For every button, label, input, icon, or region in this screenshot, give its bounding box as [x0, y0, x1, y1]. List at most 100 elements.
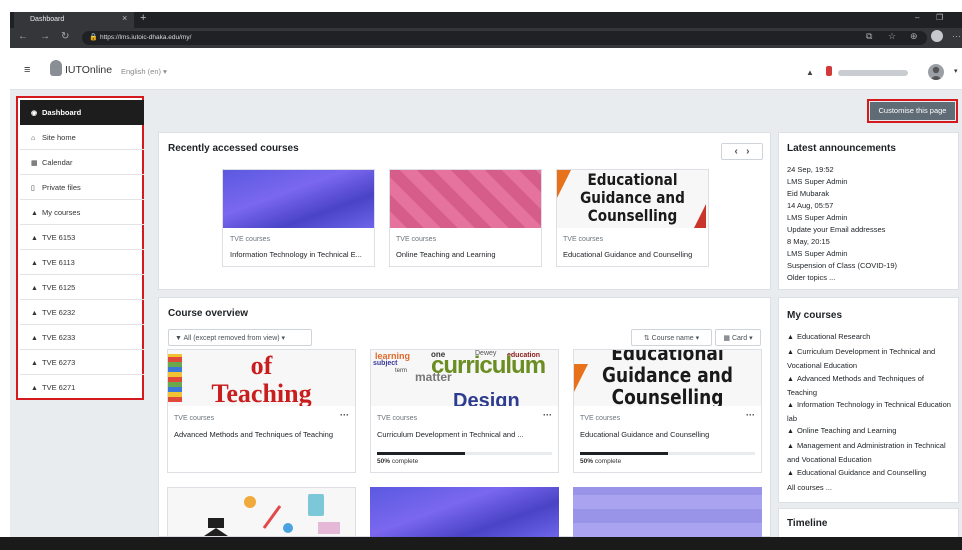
sidebar-item-calendar[interactable]: ▦ Calendar [20, 150, 144, 175]
collections-icon[interactable]: ⊕ [910, 31, 918, 42]
sidebar-item-site-home[interactable]: ⌂ Site home [20, 125, 144, 150]
extension-icon[interactable]: ⧉ [866, 31, 872, 42]
sidebar-item-tve-6271[interactable]: ▲ TVE 6271 [20, 375, 144, 400]
forward-icon[interactable]: → [40, 31, 50, 42]
sort-icon: ⇅ [643, 335, 652, 342]
my-course-link[interactable]: ▲ Educational Guidance and Counselling [787, 467, 953, 481]
all-courses-link[interactable]: All courses ... [787, 482, 953, 495]
my-course-link[interactable]: ▲ Curriculum Development in Technical and… [787, 346, 953, 372]
site-logo[interactable] [50, 60, 62, 76]
sidebar-item-tve-6113[interactable]: ▲ TVE 6113 [20, 250, 144, 275]
language-selector[interactable]: English (en) ▾ [121, 67, 167, 76]
course-category: TVE courses [563, 236, 604, 243]
announcements-title: Latest announcements [787, 143, 896, 154]
course-filter-dropdown[interactable]: ▼ All (except removed from view) ▾ [168, 329, 312, 346]
view-dropdown[interactable]: ▦ Card ▾ [715, 329, 761, 346]
screen-margin-top [0, 0, 962, 12]
graduation-cap-icon: ▲ [31, 235, 38, 242]
course-name-link[interactable]: Educational Guidance and Counselling [563, 249, 705, 260]
window-minimize-icon[interactable]: – [915, 13, 919, 22]
chevron-left-icon[interactable]: ‹ [734, 146, 737, 157]
course-name-link[interactable]: Curriculum Development in Technical and … [377, 429, 549, 440]
browser-profile-icon[interactable] [931, 30, 943, 42]
reload-icon[interactable]: ↻ [61, 31, 69, 42]
nav-drawer: ◉ Dashboard ⌂ Site home ▦ Calendar ▯ Private… [16, 96, 144, 400]
course-category: TVE courses [396, 236, 437, 243]
my-course-link[interactable]: ▲ Management and Administration in Techni… [787, 440, 953, 466]
course-name-link[interactable]: Educational Guidance and Counselling [580, 429, 752, 440]
course-overview-title: Course overview [168, 308, 249, 319]
favorites-icon[interactable]: ☆ [888, 31, 896, 42]
grid-icon: ▦ [723, 335, 732, 342]
course-menu-icon[interactable]: ··· [340, 410, 349, 420]
chevron-right-icon[interactable]: › [746, 146, 749, 157]
course-image[interactable] [370, 487, 559, 537]
progress-fill [377, 452, 465, 455]
course-card[interactable] [167, 487, 356, 537]
course-menu-icon[interactable]: ··· [543, 410, 552, 420]
course-image[interactable]: Educational Guidance and Counselling [557, 170, 708, 228]
my-course-link[interactable]: ▲ Online Teaching and Learning [787, 425, 953, 439]
graduation-cap-icon: ▲ [31, 385, 38, 392]
course-name-link[interactable]: Online Teaching and Learning [396, 249, 538, 260]
hamburger-menu-icon[interactable]: ≡ [24, 64, 30, 76]
course-menu-icon[interactable]: ··· [746, 410, 755, 420]
course-image[interactable] [390, 170, 541, 228]
announcement-author: LMS Super Admin [787, 249, 848, 258]
browser-tab-strip [10, 12, 962, 28]
user-silhouette-icon [930, 66, 942, 80]
customise-page-button[interactable]: Customise this page [870, 102, 955, 120]
course-image[interactable]: of Teaching [168, 350, 355, 406]
course-name-link[interactable]: Information Technology in Technical E... [230, 249, 372, 260]
progress-bar [377, 452, 552, 455]
sidebar-item-tve-6232[interactable]: ▲ TVE 6232 [20, 300, 144, 325]
sidebar-item-dashboard[interactable]: ◉ Dashboard [20, 100, 144, 125]
progress-fill [580, 452, 668, 455]
older-topics-link[interactable]: Older topics ... [787, 273, 835, 282]
progress-bar [580, 452, 755, 455]
my-course-link[interactable]: ▲ Information Technology in Technical Edu… [787, 399, 953, 425]
dashboard-icon: ◉ [31, 110, 38, 117]
sidebar-item-tve-6125[interactable]: ▲ TVE 6125 [20, 275, 144, 300]
browser-tab[interactable]: Dashboard [14, 12, 134, 28]
announcement-author: LMS Super Admin [787, 213, 848, 222]
announcement-link[interactable]: Suspension of Class (COVID-19) [787, 261, 897, 270]
course-image[interactable]: learning one Dewey education subject ter… [371, 350, 558, 406]
user-name-redacted[interactable] [838, 70, 908, 76]
announcement-link[interactable]: Eid Mubarak [787, 189, 829, 198]
tab-close-icon[interactable]: × [122, 13, 127, 23]
site-brand[interactable]: IUTOnline [65, 64, 112, 76]
graduation-cap-icon: ▲ [787, 349, 794, 356]
graduation-cap-icon: ▲ [31, 210, 38, 217]
message-icon[interactable] [826, 66, 832, 76]
graduation-cap-icon: ▲ [787, 470, 794, 477]
announcement-link[interactable]: Update your Email addresses [787, 225, 885, 234]
sidebar-item-my-courses[interactable]: ▲ My courses [20, 200, 144, 225]
course-image[interactable] [573, 487, 762, 537]
graduation-cap-icon: ▲ [787, 376, 794, 383]
address-bar[interactable]: https://lms.iutoic-dhaka.edu/my/ [82, 31, 927, 45]
avatar[interactable] [928, 64, 944, 80]
chevron-down-icon[interactable]: ▾ [954, 67, 958, 75]
back-icon[interactable]: ← [18, 31, 28, 42]
new-tab-icon[interactable]: + [140, 12, 146, 24]
carousel-nav: ‹ › [721, 143, 763, 160]
course-image[interactable] [223, 170, 374, 228]
course-image[interactable]: Educational Guidance and Counselling [574, 350, 761, 406]
sidebar-item-tve-6273[interactable]: ▲ TVE 6273 [20, 350, 144, 375]
sort-dropdown[interactable]: ⇅ Course name ▾ [631, 329, 712, 346]
my-course-link[interactable]: ▲ Educational Research [787, 331, 953, 345]
window-maximize-icon[interactable]: ❐ [936, 13, 943, 22]
course-category: TVE courses [377, 415, 418, 422]
bell-icon[interactable]: ▲ [806, 68, 814, 77]
graduation-cap-icon: ▲ [787, 428, 794, 435]
graduation-cap-icon: ▲ [31, 310, 38, 317]
my-course-link[interactable]: ▲ Advanced Methods and Techniques of Teac… [787, 373, 953, 399]
sidebar-item-tve-6233[interactable]: ▲ TVE 6233 [20, 325, 144, 350]
sidebar-item-tve-6153[interactable]: ▲ TVE 6153 [20, 225, 144, 250]
browser-menu-icon[interactable]: ⋯ [952, 31, 961, 42]
announcement-author: LMS Super Admin [787, 177, 848, 186]
sidebar-item-private-files[interactable]: ▯ Private files [20, 175, 144, 200]
course-name-link[interactable]: Advanced Methods and Techniques of Teach… [174, 429, 344, 440]
home-icon: ⌂ [31, 135, 36, 142]
